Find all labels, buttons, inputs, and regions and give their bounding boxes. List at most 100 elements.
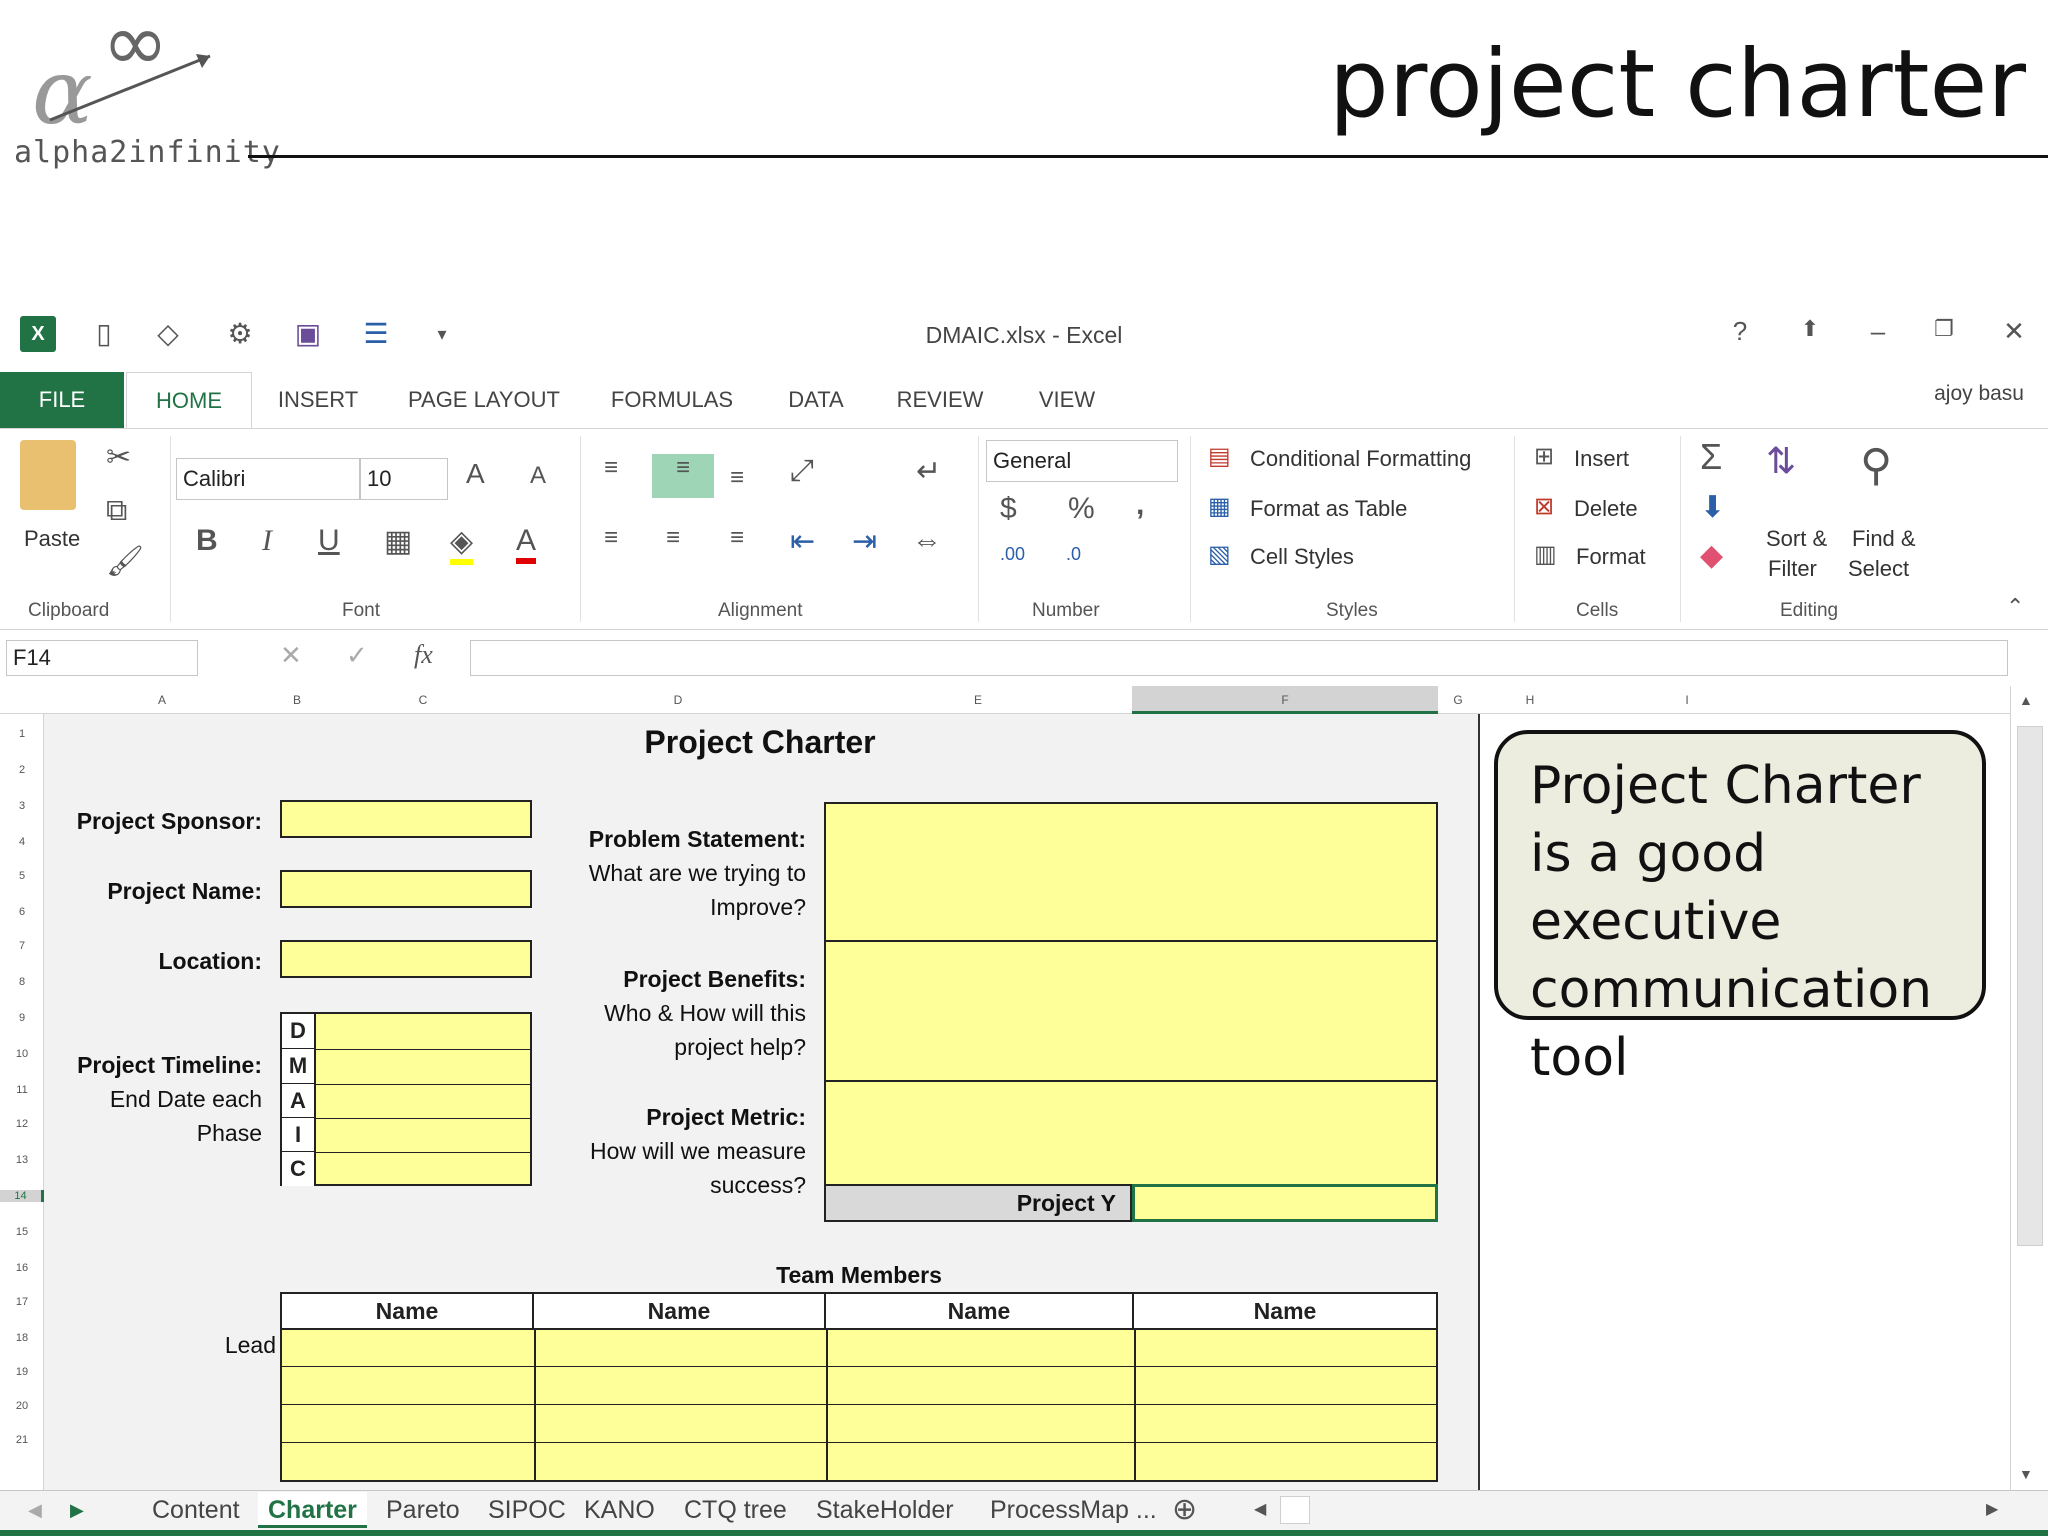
sheet-tab-sipoc[interactable]: SIPOC (488, 1492, 566, 1528)
align-center-icon[interactable]: ≡ (666, 524, 680, 552)
increase-indent-icon[interactable]: ⇥ (852, 524, 877, 559)
row-header[interactable]: 10 (0, 1048, 44, 1060)
borders-icon[interactable]: ▦ (384, 524, 412, 559)
column-header[interactable]: I (1582, 686, 1792, 714)
sheet-tab-content[interactable]: Content (152, 1492, 240, 1528)
sheet-tab-stakeholder[interactable]: StakeHolder (816, 1492, 954, 1528)
row-header[interactable]: 2 (0, 764, 44, 776)
h-scroll-left-icon[interactable]: ◀ (1254, 1492, 1274, 1528)
row-header[interactable]: 12 (0, 1118, 44, 1130)
bold-button[interactable]: B (196, 524, 218, 558)
sponsor-input[interactable] (280, 800, 532, 838)
sheet-tab-processmap[interactable]: ProcessMap ... (990, 1492, 1157, 1528)
location-input[interactable] (280, 940, 532, 978)
restore-icon[interactable]: ❐ (1924, 316, 1964, 342)
copy-icon[interactable]: ⧉ (106, 494, 127, 528)
row-header[interactable]: 17 (0, 1296, 44, 1308)
collapse-ribbon-icon[interactable]: ⌃ (2006, 594, 2024, 620)
benefits-input[interactable] (824, 940, 1438, 1082)
fill-icon[interactable]: ⬇ (1700, 490, 1725, 525)
row-header[interactable]: 4 (0, 836, 44, 848)
scroll-down-icon[interactable]: ▼ (2019, 1466, 2033, 1482)
paste-button[interactable]: Paste (24, 526, 80, 552)
align-left-icon[interactable]: ≡ (604, 524, 618, 552)
orientation-icon[interactable]: ⤢ (790, 454, 814, 488)
merge-center-icon[interactable]: ⇔ (912, 524, 942, 558)
sheet-tab-ctq-tree[interactable]: CTQ tree (684, 1492, 787, 1528)
sort-label-1[interactable]: Sort & (1766, 526, 1827, 552)
add-sheet-icon[interactable]: ⊕ (1172, 1492, 1197, 1528)
font-name-combo[interactable]: Calibri (176, 458, 360, 500)
insert-cells-button[interactable]: Insert (1574, 446, 1629, 472)
close-button[interactable]: ✕ (1994, 316, 2034, 347)
column-header[interactable]: D (532, 686, 824, 714)
tab-data[interactable]: DATA (776, 372, 856, 428)
project-y-input-selected[interactable] (1132, 1184, 1438, 1222)
help-button[interactable]: ? (1720, 316, 1760, 347)
sheet-tab-pareto[interactable]: Pareto (386, 1492, 460, 1528)
sheet-tab-charter-active[interactable]: Charter (258, 1492, 367, 1528)
tab-formulas[interactable]: FORMULAS (604, 372, 740, 428)
cut-icon[interactable]: ✂ (106, 440, 131, 475)
format-painter-icon[interactable]: 🖌 (106, 544, 144, 579)
conditional-formatting-button[interactable]: Conditional Formatting (1250, 446, 1471, 472)
tab-scroll-right-icon[interactable]: ▶ (70, 1492, 84, 1528)
row-header[interactable]: 20 (0, 1400, 44, 1412)
fill-color-icon[interactable]: ◈ (450, 524, 474, 565)
problem-input[interactable] (824, 802, 1438, 942)
row-header[interactable]: 21 (0, 1434, 44, 1446)
align-middle-icon[interactable]: ≡ (652, 454, 714, 498)
scroll-up-icon[interactable]: ▲ (2019, 692, 2033, 708)
tab-page-layout[interactable]: PAGE LAYOUT (400, 372, 568, 428)
paste-icon[interactable] (20, 440, 76, 510)
row-header[interactable]: 9 (0, 1012, 44, 1024)
tab-file[interactable]: FILE (0, 372, 124, 428)
sheet-tab-kano[interactable]: KANO (584, 1492, 655, 1528)
row-header[interactable]: 11 (0, 1084, 44, 1096)
row-header[interactable]: 3 (0, 800, 44, 812)
column-header[interactable]: A (44, 686, 280, 714)
find-label-2[interactable]: Select (1848, 556, 1909, 582)
format-cells-button[interactable]: Format (1576, 544, 1646, 570)
tab-home[interactable]: HOME (126, 372, 252, 430)
currency-button[interactable]: $ (1000, 492, 1017, 526)
h-scroll-thumb[interactable] (1280, 1496, 1310, 1524)
decrease-decimal-button[interactable]: .0 (1066, 544, 1081, 565)
align-top-icon[interactable]: ≡ (604, 454, 618, 482)
row-header[interactable]: 1 (0, 728, 44, 740)
align-bottom-icon[interactable]: ≡ (730, 464, 744, 492)
wrap-text-icon[interactable]: ↵ (916, 454, 941, 489)
row-header[interactable]: 8 (0, 976, 44, 988)
tab-review[interactable]: REVIEW (892, 372, 988, 428)
clear-icon[interactable]: ◆ (1700, 538, 1723, 573)
column-header[interactable]: E (824, 686, 1132, 714)
cell-styles-button[interactable]: Cell Styles (1250, 544, 1354, 570)
row-header[interactable]: 13 (0, 1154, 44, 1166)
vertical-scrollbar[interactable]: ▲ ▼ (2010, 686, 2048, 1490)
tab-scroll-left-icon[interactable]: ◀ (28, 1492, 42, 1528)
delete-cells-button[interactable]: Delete (1574, 496, 1638, 522)
column-header[interactable]: C (314, 686, 532, 714)
scroll-thumb[interactable] (2017, 726, 2043, 1246)
row-header[interactable]: 6 (0, 906, 44, 918)
metric-input[interactable] (824, 1080, 1438, 1186)
row-header[interactable]: 15 (0, 1226, 44, 1238)
align-right-icon[interactable]: ≡ (730, 524, 744, 552)
font-color-button[interactable]: A (516, 524, 537, 564)
column-header[interactable]: H (1478, 686, 1582, 714)
tab-insert[interactable]: INSERT (270, 372, 366, 428)
user-account[interactable]: ajoy basu (1934, 382, 2024, 406)
sort-label-2[interactable]: Filter (1768, 556, 1817, 582)
decrease-indent-icon[interactable]: ⇤ (790, 524, 815, 559)
shrink-font-button[interactable]: A (530, 462, 546, 490)
column-header[interactable]: G (1438, 686, 1478, 714)
ribbon-display-icon[interactable]: ⬆ (1790, 316, 1830, 342)
row-header[interactable]: 19 (0, 1366, 44, 1378)
italic-button[interactable]: I (262, 524, 272, 558)
comma-style-button[interactable]: , (1136, 488, 1144, 522)
cancel-icon[interactable]: ✕ (280, 640, 302, 671)
formula-input[interactable] (470, 640, 2008, 676)
column-header-selected[interactable]: F (1132, 686, 1438, 714)
name-box[interactable]: F14 (6, 640, 198, 676)
grow-font-button[interactable]: A (466, 458, 485, 490)
